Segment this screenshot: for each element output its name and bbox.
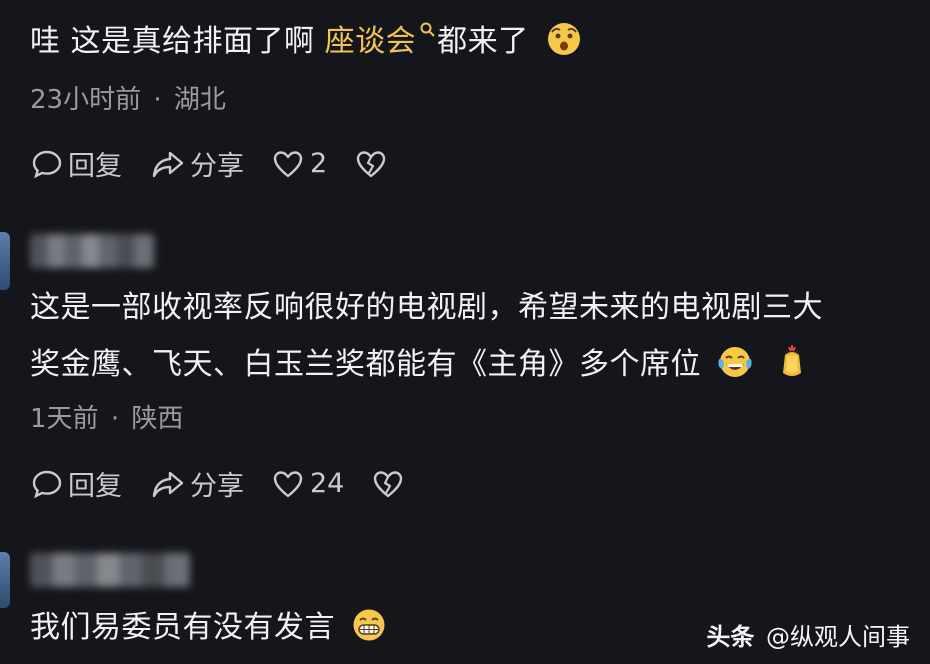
like-button[interactable]: 24	[272, 468, 344, 499]
dislike-button[interactable]	[372, 469, 404, 499]
comment-2-line-2-text: 奖金鹰、飞天、白玉兰奖都能有《主角》多个席位	[30, 347, 701, 382]
share-arrow-icon	[152, 471, 184, 497]
heart-icon	[273, 150, 303, 177]
laughing-crying-face-emoji	[718, 347, 752, 377]
dislike-button[interactable]	[355, 149, 387, 179]
share-button[interactable]: 分享	[150, 464, 244, 503]
comment-2-meta: 1天前 · 陕西	[30, 398, 183, 435]
comment-2-line-2: 奖金鹰、飞天、白玉兰奖都能有《主角》多个席位	[30, 343, 807, 387]
comment-3-text: 我们易委员有没有发言	[30, 606, 387, 650]
blurred-username[interactable]	[30, 234, 154, 268]
watermark-author: @纵观人间事	[766, 623, 910, 651]
comment-1-text-start: 哇 这是真给排面了啊	[30, 24, 325, 59]
comment-2-actions: 回复 分享 24	[30, 464, 404, 503]
comment-1-actions: 回复 分享 2	[30, 144, 387, 183]
astonished-face-emoji	[547, 23, 580, 55]
like-count: 2	[310, 148, 328, 179]
reply-button[interactable]: 回复	[30, 144, 122, 183]
meta-separator: ·	[110, 404, 120, 434]
meta-separator: ·	[153, 85, 162, 115]
share-arrow-icon	[152, 151, 184, 177]
blurred-username[interactable]	[30, 553, 190, 587]
comment-bubble-icon	[32, 470, 62, 498]
comment-3-text-content: 我们易委员有没有发言	[30, 610, 335, 645]
comment-bubble-icon	[32, 150, 62, 178]
reply-button[interactable]: 回复	[30, 464, 122, 503]
broken-heart-icon	[374, 470, 403, 497]
comment-2-location: 陕西	[131, 404, 184, 434]
comment-2-line-1: 这是一部收视率反响很好的电视剧，希望未来的电视剧三大	[30, 290, 823, 325]
heart-icon	[273, 470, 303, 497]
broken-heart-icon	[356, 150, 386, 177]
share-label: 分享	[190, 471, 244, 502]
comment-1-text: 哇 这是真给排面了啊 座谈会 都来了	[30, 20, 581, 64]
avatar[interactable]	[0, 232, 10, 290]
avatar[interactable]	[0, 552, 10, 608]
reply-label: 回复	[68, 471, 122, 502]
comment-1-time: 23小时前	[30, 85, 142, 115]
comment-1-location: 湖北	[173, 85, 226, 115]
watermark: 头条 @纵观人间事	[706, 617, 910, 652]
share-button[interactable]: 分享	[150, 144, 244, 183]
comment-1-meta: 23小时前 · 湖北	[30, 79, 226, 116]
clapping-hands-emoji	[783, 345, 802, 376]
search-icon	[420, 22, 435, 37]
watermark-brand: 头条	[706, 623, 755, 651]
share-label: 分享	[190, 151, 244, 182]
topic-link[interactable]: 座谈会	[324, 22, 438, 59]
like-count: 24	[310, 468, 345, 499]
comment-2-time: 1天前	[30, 404, 99, 434]
like-button[interactable]: 2	[272, 148, 327, 179]
grinning-face-emoji	[353, 609, 385, 641]
topic-link-label: 座谈会	[324, 24, 417, 59]
comment-1-text-end: 都来了	[437, 24, 529, 59]
reply-label: 回复	[68, 151, 122, 182]
